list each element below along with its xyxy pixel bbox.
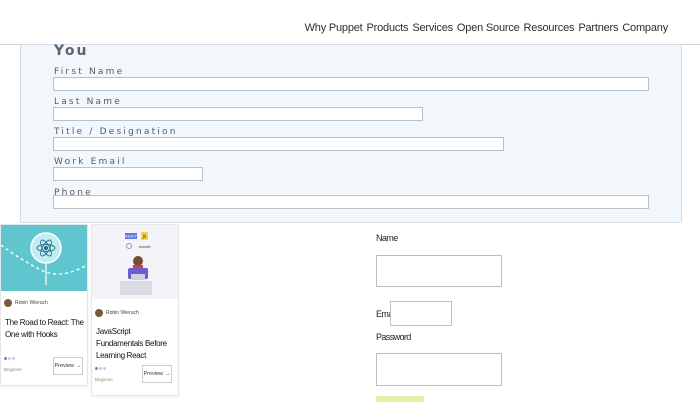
course-level: Beginner	[95, 377, 114, 382]
name-field[interactable]	[376, 255, 502, 287]
course-level: Beginner	[4, 367, 23, 372]
top-nav: Why Puppet Products Services Open Source…	[0, 0, 700, 45]
nav-item-company[interactable]: Company	[622, 22, 668, 34]
arrow-right-icon: →	[165, 371, 171, 377]
nav-menu: Why Puppet Products Services Open Source…	[305, 22, 669, 34]
level-indicator	[4, 357, 15, 360]
nav-item-why-puppet[interactable]: Why Puppet	[305, 22, 363, 34]
email-field[interactable]	[390, 301, 452, 326]
nav-item-open-source[interactable]: Open Source	[457, 22, 520, 34]
password-field[interactable]	[376, 353, 502, 386]
preview-button[interactable]: Preview →	[142, 365, 172, 383]
course-card[interactable]: REACT JS esnext Robin Wieruch JavaScript…	[91, 224, 179, 396]
last-name-field[interactable]	[53, 107, 423, 121]
logo-react-text: REACT	[125, 235, 137, 239]
phone-field[interactable]	[53, 195, 649, 209]
logo-esnext-text: esnext	[139, 245, 151, 249]
author-avatar	[4, 299, 12, 307]
name-label: Name	[376, 233, 398, 243]
nav-item-products[interactable]: Products	[367, 22, 409, 34]
preview-label: Preview	[143, 371, 164, 377]
first-name-label: First Name	[54, 67, 125, 77]
course-thumbnail	[0, 225, 88, 291]
first-name-field[interactable]	[53, 77, 649, 91]
nav-item-services[interactable]: Services	[412, 22, 453, 34]
nav-item-partners[interactable]: Partners	[578, 22, 618, 34]
author-avatar	[95, 309, 103, 317]
js-fundamentals-illustration: REACT JS esnext	[120, 232, 152, 295]
author-name: Robin Wieruch	[15, 300, 48, 306]
arrow-right-icon: →	[76, 363, 82, 369]
contact-form-panel: You First Name Last Name Title / Designa…	[20, 43, 682, 223]
title-field[interactable]	[53, 137, 504, 151]
react-hooks-illustration	[0, 232, 88, 285]
author-name: Robin Wieruch	[106, 310, 139, 316]
title-label: Title / Designation	[54, 127, 178, 137]
author: Robin Wieruch	[95, 309, 139, 317]
password-label: Password	[376, 332, 411, 342]
work-email-label: Work Email	[54, 157, 127, 167]
course-thumbnail: REACT JS esnext	[92, 225, 178, 299]
work-email-field[interactable]	[53, 167, 203, 181]
level-indicator	[95, 367, 106, 370]
author: Robin Wieruch	[4, 299, 48, 307]
course-title[interactable]: JavaScript Fundamentals Before Learning …	[96, 326, 176, 362]
preview-button[interactable]: Preview →	[53, 357, 83, 375]
logo-js-text: JS	[142, 234, 147, 239]
course-title[interactable]: The Road to React: The One with Hooks	[5, 317, 85, 341]
nav-item-resources[interactable]: Resources	[524, 22, 575, 34]
form-section-title: You	[54, 43, 89, 59]
course-card[interactable]: Robin Wieruch The Road to React: The One…	[0, 224, 88, 386]
last-name-label: Last Name	[54, 97, 122, 107]
preview-label: Preview	[54, 363, 75, 369]
submit-button[interactable]	[376, 396, 424, 402]
